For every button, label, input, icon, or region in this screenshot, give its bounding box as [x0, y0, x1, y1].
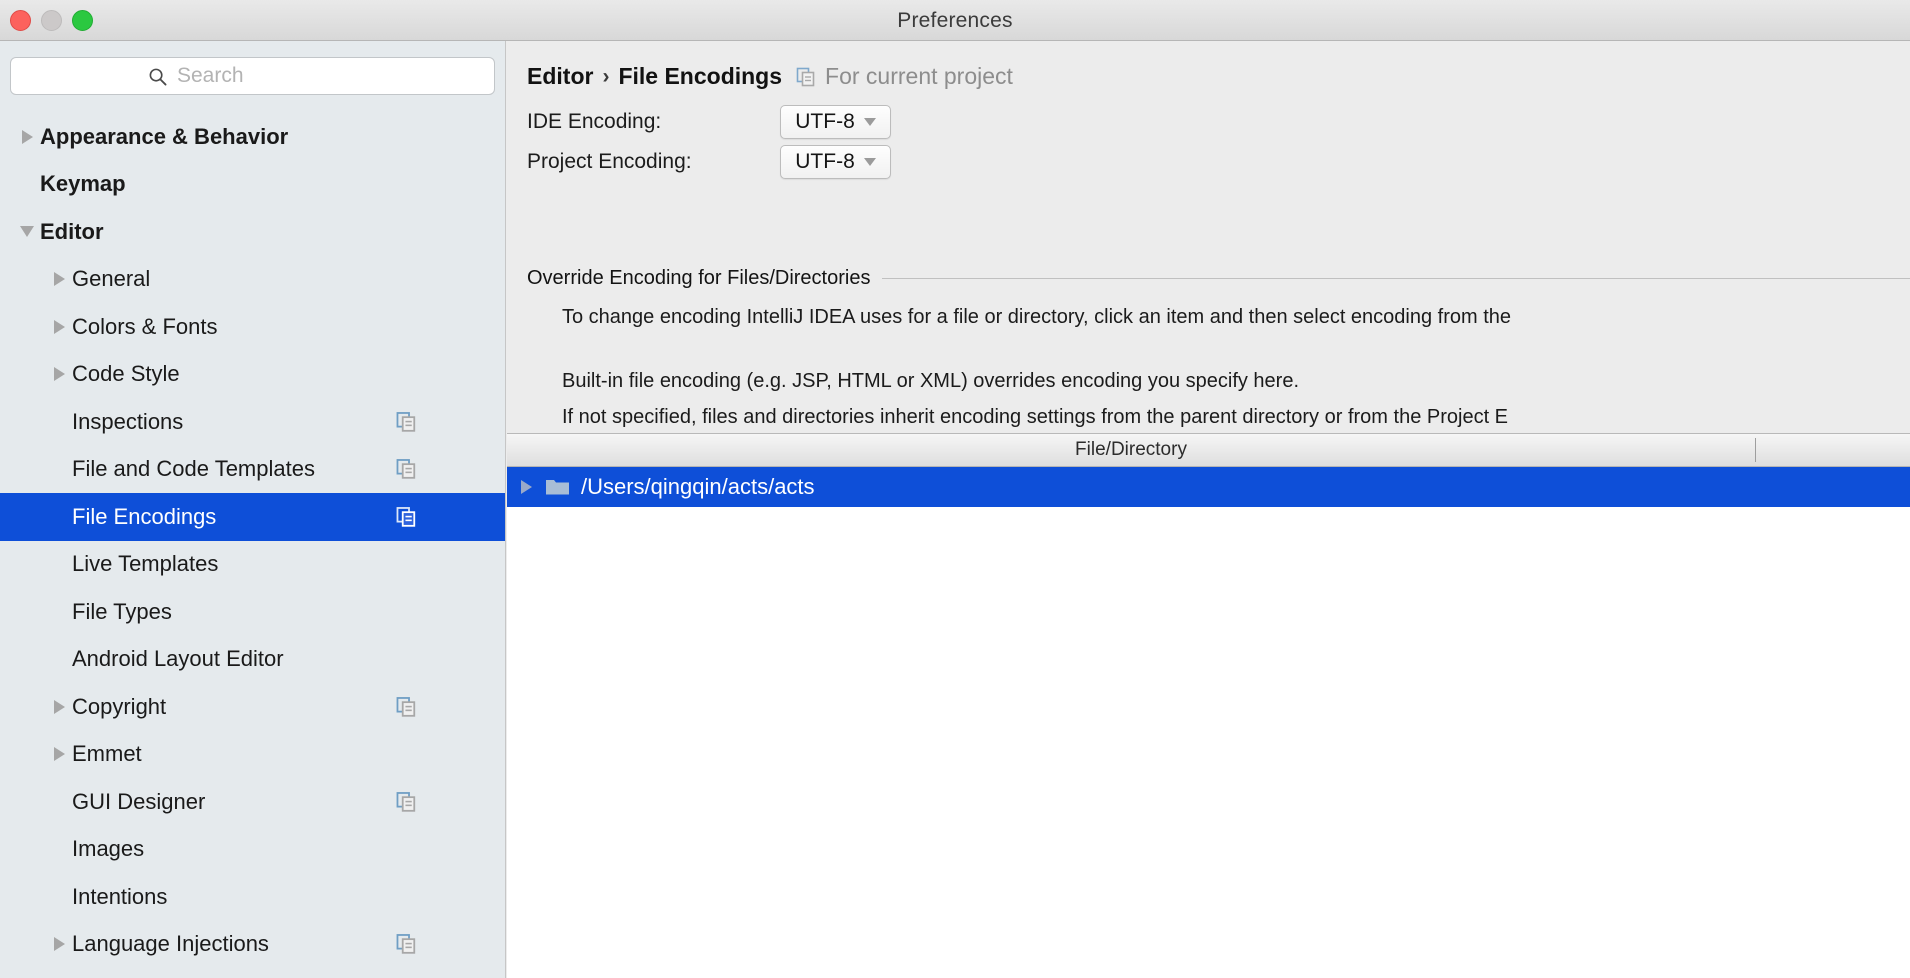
copy-settings-icon[interactable] — [396, 411, 417, 432]
sidebar-item-label: Live Templates — [72, 551, 219, 577]
description-line: If not specified, files and directories … — [562, 406, 1509, 428]
sidebar-item-label: Intentions — [72, 883, 168, 909]
sidebar-item-images[interactable]: Images — [0, 826, 505, 874]
sidebar-item-language-injections[interactable]: Language Injections — [0, 921, 505, 969]
section-description: To change encoding IntelliJ IDEA uses fo… — [562, 299, 1910, 435]
ide-encoding-label: IDE Encoding: — [527, 110, 662, 133]
sidebar-item-intentions[interactable]: Intentions — [0, 873, 505, 921]
table-row[interactable]: /Users/qingqin/acts/acts — [507, 467, 1910, 507]
breadcrumb-separator: › — [602, 64, 610, 88]
ide-encoding-row: IDE Encoding: UTF-8 — [527, 105, 891, 139]
copy-settings-icon[interactable] — [396, 459, 417, 480]
sidebar-item-file-types[interactable]: File Types — [0, 588, 505, 636]
search-input[interactable] — [177, 64, 357, 88]
sidebar-item-label: General — [72, 266, 151, 292]
chevron-right-icon[interactable] — [46, 683, 72, 731]
chevron-down-icon[interactable] — [14, 208, 40, 256]
section-header: Override Encoding for Files/Directories — [527, 267, 1910, 290]
sidebar-item-editor[interactable]: Editor — [0, 208, 505, 256]
breadcrumb-scope-label: For current project — [825, 63, 1013, 89]
project-encoding-row: Project Encoding: UTF-8 — [527, 145, 891, 179]
breadcrumb-current: File Encodings — [618, 63, 783, 89]
copy-settings-icon[interactable] — [396, 791, 417, 812]
column-header-file-directory[interactable]: File/Directory — [507, 434, 1755, 466]
search-field[interactable] — [10, 57, 495, 95]
search-icon — [149, 68, 167, 85]
sidebar-item-label: GUI Designer — [72, 788, 206, 814]
sidebar-item-label: Appearance & Behavior — [40, 123, 289, 149]
chevron-right-icon[interactable] — [46, 731, 72, 779]
sidebar-item-label: Emmet — [72, 741, 142, 767]
chevron-right-icon[interactable] — [14, 113, 40, 161]
copy-settings-icon[interactable] — [396, 506, 417, 527]
copy-settings-icon[interactable] — [796, 67, 816, 87]
sidebar-item-live-templates[interactable]: Live Templates — [0, 541, 505, 589]
sidebar-item-keymap[interactable]: Keymap — [0, 161, 505, 209]
copy-settings-icon[interactable] — [396, 696, 417, 717]
section-title: Override Encoding for Files/Directories — [527, 267, 871, 289]
description-line: Built-in file encoding (e.g. JSP, HTML o… — [562, 370, 1300, 392]
sidebar-item-label: Keymap — [40, 171, 126, 197]
chevron-down-icon — [863, 158, 876, 166]
ide-encoding-value: UTF-8 — [795, 110, 855, 133]
folder-icon — [546, 480, 569, 495]
window-titlebar: Preferences — [0, 0, 1910, 41]
main-content-panel: Editor › File Encodings For current proj… — [507, 41, 1910, 978]
table-empty-area[interactable] — [507, 507, 1910, 977]
section-divider — [882, 278, 1910, 279]
project-encoding-dropdown[interactable]: UTF-8 — [780, 145, 891, 179]
sidebar-item-label: Images — [72, 836, 145, 862]
sidebar-item-file-encodings[interactable]: File Encodings — [0, 493, 505, 541]
sidebar-item-label: Language Injections — [72, 931, 269, 957]
sidebar-item-label: Android Layout Editor — [72, 646, 284, 672]
search-container — [0, 41, 505, 103]
project-encoding-label: Project Encoding: — [527, 150, 692, 173]
sidebar-item-copyright[interactable]: Copyright — [0, 683, 505, 731]
sidebar-item-gui-designer[interactable]: GUI Designer — [0, 778, 505, 826]
row-expand-toggle[interactable] — [507, 480, 545, 494]
ide-encoding-dropdown[interactable]: UTF-8 — [780, 105, 891, 139]
sidebar-item-label: Colors & Fonts — [72, 313, 218, 339]
description-line: To change encoding IntelliJ IDEA uses fo… — [562, 306, 1512, 328]
description-spacer — [562, 335, 1910, 363]
row-path: /Users/qingqin/acts/acts — [581, 474, 815, 499]
sidebar-item-label: Code Style — [72, 361, 180, 387]
chevron-right-icon[interactable] — [46, 351, 72, 399]
sidebar-item-appearance-behavior[interactable]: Appearance & Behavior — [0, 113, 505, 161]
project-encoding-value: UTF-8 — [795, 150, 855, 173]
sidebar-item-general[interactable]: General — [0, 256, 505, 304]
sidebar-item-code-style[interactable]: Code Style — [0, 351, 505, 399]
chevron-down-icon — [863, 118, 876, 126]
breadcrumb-parent[interactable]: Editor — [527, 63, 593, 90]
chevron-right-icon[interactable] — [46, 256, 72, 304]
sidebar-item-colors-fonts[interactable]: Colors & Fonts — [0, 303, 505, 351]
column-divider[interactable] — [1755, 438, 1756, 462]
sidebar-item-label: Copyright — [72, 693, 167, 719]
settings-tree: Appearance & Behavior Keymap Editor General… — [0, 113, 505, 968]
sidebar-item-file-and-code-templates[interactable]: File and Code Templates — [0, 446, 505, 494]
settings-sidebar: Appearance & Behavior Keymap Editor General… — [0, 41, 506, 978]
sidebar-item-android-layout-editor[interactable]: Android Layout Editor — [0, 636, 505, 684]
sidebar-item-inspections[interactable]: Inspections — [0, 398, 505, 446]
sidebar-item-label: File and Code Templates — [72, 456, 315, 482]
copy-settings-icon[interactable] — [396, 934, 417, 955]
window-title: Preferences — [897, 9, 1013, 32]
table-header: File/Directory — [507, 434, 1910, 467]
sidebar-item-label: Inspections — [72, 408, 184, 434]
breadcrumb: Editor › File Encodings For current proj… — [527, 63, 1013, 90]
sidebar-item-emmet[interactable]: Emmet — [0, 731, 505, 779]
chevron-right-icon[interactable] — [46, 921, 72, 969]
sidebar-item-label: File Encodings — [72, 503, 217, 529]
chevron-right-icon[interactable] — [46, 303, 72, 351]
sidebar-item-label: File Types — [72, 598, 172, 624]
override-encoding-table: File/Directory /Users/qingqin/acts/acts — [507, 433, 1910, 978]
sidebar-item-label: Editor — [40, 218, 104, 244]
